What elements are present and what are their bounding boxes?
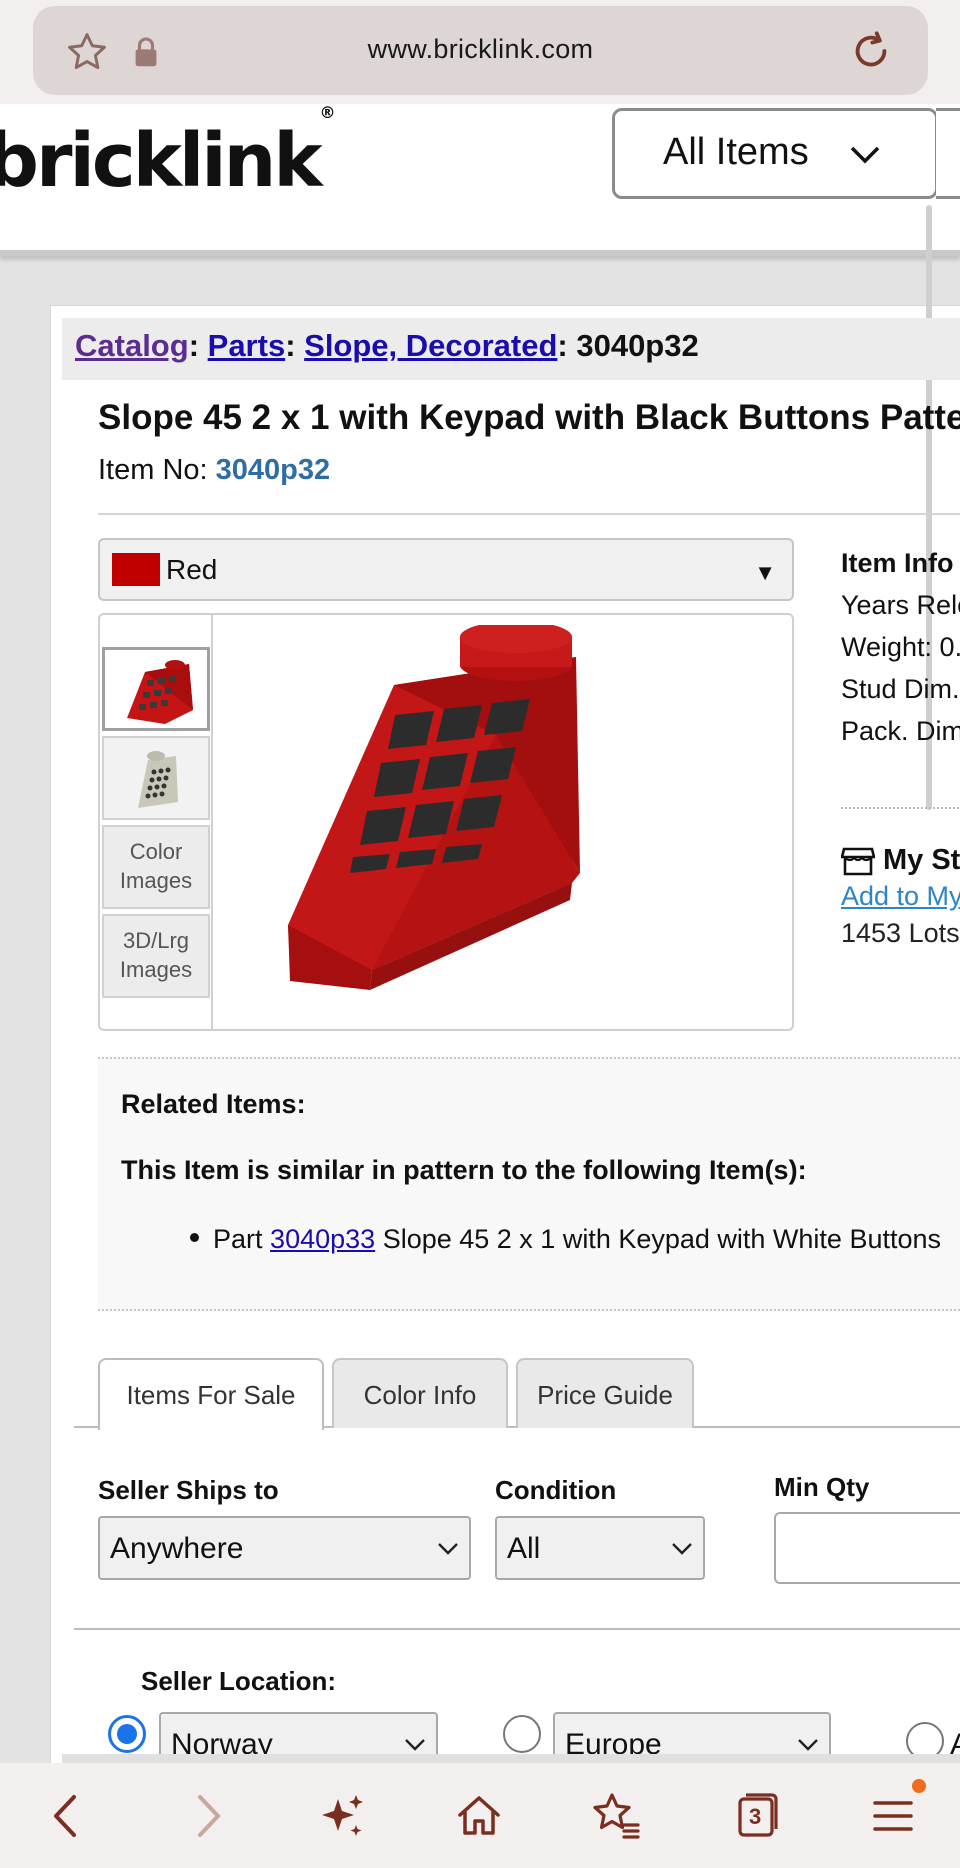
url-text[interactable]: www.bricklink.com bbox=[33, 34, 928, 65]
category-dropdown[interactable]: All Items bbox=[612, 108, 938, 199]
reload-icon[interactable] bbox=[848, 28, 894, 74]
red-slope-thumb-icon bbox=[127, 660, 193, 724]
breadcrumb-current: 3040p32 bbox=[576, 328, 699, 363]
chevron-down-icon bbox=[850, 146, 880, 164]
related-list-item: Part 3040p33 Slope 45 2 x 1 with Keypad … bbox=[190, 1224, 941, 1255]
gray-slope-thumb-icon bbox=[138, 751, 178, 808]
address-bar[interactable]: www.bricklink.com bbox=[33, 6, 928, 95]
breadcrumb-parts[interactable]: Parts bbox=[208, 328, 286, 363]
ships-to-value: Anywhere bbox=[110, 1532, 244, 1565]
part-image bbox=[288, 625, 580, 990]
search-box[interactable] bbox=[936, 108, 960, 199]
item-info-heading: Item Info bbox=[841, 548, 954, 578]
registered-mark: ® bbox=[319, 103, 336, 123]
related-heading: Related Items: bbox=[121, 1089, 306, 1119]
related-subheading: This Item is similar in pattern to the f… bbox=[121, 1155, 807, 1185]
condition-value: All bbox=[507, 1532, 541, 1565]
bricklink-logo[interactable]: bricklink® bbox=[0, 103, 336, 204]
thumbnail-gray-part[interactable] bbox=[102, 736, 210, 820]
browser-toolbar: www.bricklink.com bbox=[0, 0, 960, 104]
item-number-value: 3040p32 bbox=[215, 454, 331, 486]
item-info-years: Years Rele bbox=[841, 590, 960, 620]
bullet bbox=[190, 1233, 199, 1243]
breadcrumb-sep: : bbox=[188, 328, 200, 363]
lots-count: 1453 Lots bbox=[841, 918, 960, 948]
tab-items-for-sale[interactable]: Items For Sale bbox=[98, 1358, 324, 1430]
min-qty-label: Min Qty bbox=[774, 1472, 870, 1502]
back-arrow-icon[interactable] bbox=[40, 1789, 94, 1843]
home-icon[interactable] bbox=[452, 1789, 506, 1843]
item-info-pack: Pack. Dim bbox=[841, 716, 960, 746]
item-info-weight: Weight: 0. bbox=[841, 632, 960, 662]
tab-price-guide[interactable]: Price Guide bbox=[516, 1358, 694, 1428]
page-title: Slope 45 2 x 1 with Keypad with Black Bu… bbox=[98, 398, 960, 437]
color-name: Red bbox=[166, 554, 218, 585]
item-number: Item No: 3040p32 bbox=[98, 454, 330, 487]
breadcrumb-sep: : bbox=[285, 328, 296, 363]
lrg-images-button[interactable]: 3D/Lrg Images bbox=[102, 914, 210, 998]
image-gallery: Color Images 3D/Lrg Images bbox=[98, 613, 794, 1031]
ships-to-label: Seller Ships to bbox=[98, 1475, 279, 1505]
dropdown-triangle-icon: ▼ bbox=[754, 560, 776, 585]
radio-country[interactable] bbox=[108, 1715, 146, 1753]
tabs-button[interactable]: 3 bbox=[730, 1789, 784, 1843]
color-images-button[interactable]: Color Images bbox=[102, 825, 210, 909]
color-select[interactable]: Red ▼ bbox=[98, 538, 794, 601]
sparkle-ai-icon[interactable] bbox=[316, 1789, 370, 1843]
chevron-down-icon bbox=[672, 1543, 692, 1555]
breadcrumb: Catalog: Parts: Slope, Decorated: 3040p3… bbox=[62, 318, 960, 380]
logo-text: bricklink bbox=[0, 118, 323, 204]
notification-dot bbox=[912, 1779, 926, 1793]
bookmarks-icon[interactable] bbox=[588, 1789, 642, 1843]
tab-count: 3 bbox=[749, 1804, 762, 1829]
radio-region[interactable] bbox=[503, 1715, 541, 1753]
related-item-link[interactable]: 3040p33 bbox=[270, 1224, 375, 1254]
condition-label: Condition bbox=[495, 1475, 617, 1505]
thumbnail-column: Color Images 3D/Lrg Images bbox=[100, 615, 213, 1029]
min-qty-input[interactable] bbox=[774, 1512, 960, 1584]
ships-to-select[interactable]: Anywhere bbox=[98, 1516, 471, 1580]
breadcrumb-category[interactable]: Slope, Decorated bbox=[304, 328, 557, 363]
thumbnail-red-part[interactable] bbox=[102, 647, 210, 731]
tab-bar: Items For Sale Color Info Price Guide bbox=[74, 1358, 960, 1430]
chevron-down-icon bbox=[438, 1543, 458, 1555]
condition-select[interactable]: All bbox=[495, 1516, 705, 1580]
my-store: My Sto Add to My 1453 Lots bbox=[841, 844, 960, 949]
divider bbox=[841, 807, 960, 809]
my-store-heading: My Sto bbox=[883, 844, 960, 876]
breadcrumb-catalog[interactable]: Catalog bbox=[75, 328, 189, 363]
related-item-prefix: Part bbox=[213, 1224, 263, 1254]
item-info: Item Info Years Rele Weight: 0. Stud Dim… bbox=[841, 542, 960, 752]
chevron-down-icon bbox=[405, 1739, 425, 1751]
divider bbox=[98, 513, 960, 515]
divider bbox=[74, 1628, 960, 1630]
add-to-my-store-link[interactable]: Add to My bbox=[841, 881, 960, 911]
color-swatch bbox=[112, 553, 160, 586]
related-item-desc: Slope 45 2 x 1 with Keypad with White Bu… bbox=[382, 1224, 941, 1254]
item-number-label: Item No: bbox=[98, 454, 208, 486]
seller-location-label: Seller Location: bbox=[141, 1666, 337, 1696]
forward-arrow-icon[interactable] bbox=[180, 1789, 234, 1843]
browser-bottom-nav: 3 bbox=[0, 1763, 960, 1868]
item-info-stud: Stud Dim. bbox=[841, 674, 960, 704]
chevron-down-icon bbox=[798, 1739, 818, 1751]
tab-color-info[interactable]: Color Info bbox=[332, 1358, 508, 1428]
store-icon bbox=[841, 847, 875, 875]
site-header: bricklink® All Items bbox=[0, 103, 960, 256]
category-dropdown-label: All Items bbox=[663, 131, 809, 173]
related-items: Related Items: This Item is similar in p… bbox=[98, 1057, 960, 1311]
breadcrumb-sep: : bbox=[557, 328, 568, 363]
menu-icon[interactable] bbox=[866, 1789, 920, 1843]
